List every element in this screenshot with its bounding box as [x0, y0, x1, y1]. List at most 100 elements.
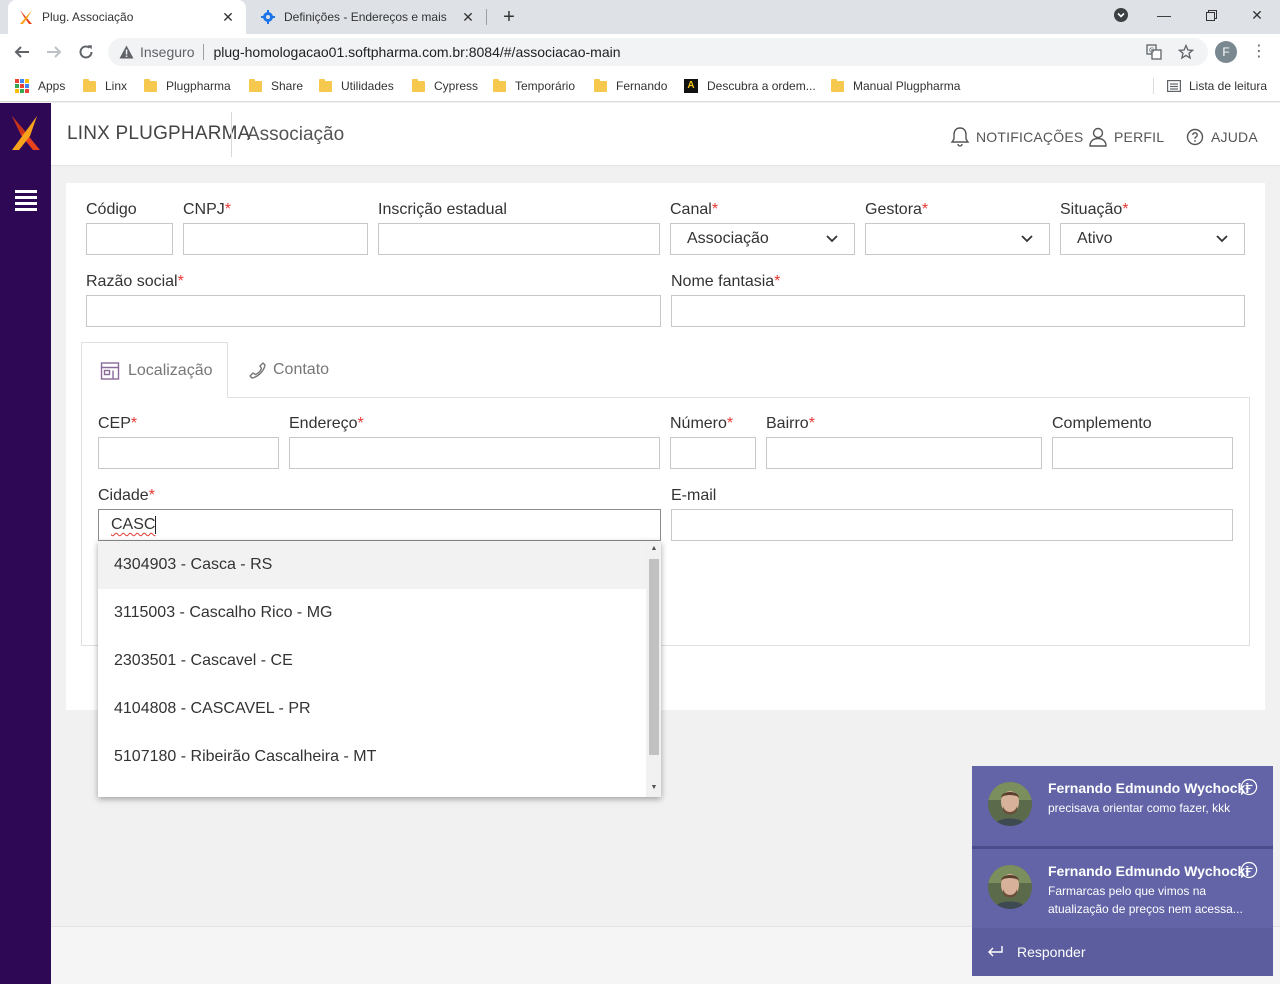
city-option[interactable]: 2303501 - Cascavel - CE	[98, 637, 646, 685]
app-header: LINX PLUGPHARMA Associação NOTIFICAÇÕES …	[51, 103, 1280, 166]
razao-social-input[interactable]	[86, 295, 661, 327]
cnpj-input[interactable]	[183, 223, 368, 255]
close-tab-icon[interactable]: ✕	[460, 9, 476, 25]
complemento-input[interactable]	[1052, 437, 1233, 469]
situacao-select[interactable]: Ativo	[1060, 223, 1245, 255]
scroll-down-icon[interactable]: ▼	[649, 783, 659, 793]
numero-label: Número*	[670, 415, 734, 432]
profile-label: PERFIL	[1114, 129, 1165, 145]
cnpj-label: CNPJ*	[183, 201, 232, 218]
notifications-button[interactable]: NOTIFICAÇÕES	[948, 125, 1083, 149]
tab-title: Definições - Endereços e mais	[284, 10, 447, 24]
reload-icon[interactable]	[74, 40, 98, 64]
tab-title: Plug. Associação	[42, 10, 134, 24]
back-arrow-icon[interactable]	[10, 40, 34, 64]
linx-favicon-icon	[18, 9, 34, 25]
city-option[interactable]: 4304903 - Casca - RS	[98, 541, 646, 589]
inscricao-input[interactable]	[378, 223, 660, 255]
cep-input[interactable]	[98, 437, 279, 469]
reading-list-label: Lista de leitura	[1189, 79, 1268, 93]
tab-localizacao-label: Localização	[128, 361, 213, 379]
bookmark-temporario[interactable]: Temporário	[493, 77, 575, 95]
bookmark-label: Plugpharma	[166, 79, 231, 93]
close-window-icon[interactable]: ✕	[1234, 0, 1280, 30]
nome-fantasia-input[interactable]	[671, 295, 1245, 327]
browser-tabstrip: Plug. Associação ✕ Definições - Endereço…	[0, 0, 1280, 34]
bookmark-descubra[interactable]: A Descubra a ordem...	[684, 77, 816, 95]
cidade-input[interactable]: CASC	[98, 509, 661, 541]
city-autocomplete-list: 4304903 - Casca - RS 3115003 - Cascalho …	[98, 541, 661, 797]
profile-button[interactable]: PERFIL	[1086, 125, 1164, 149]
inscricao-label: Inscrição estadual	[378, 201, 507, 218]
scroll-up-icon[interactable]: ▲	[649, 544, 659, 554]
bairro-input[interactable]	[766, 437, 1042, 469]
bookmark-utilidades[interactable]: Utilidades	[319, 77, 394, 95]
profile-avatar[interactable]: F	[1215, 41, 1237, 63]
folder-icon	[412, 78, 425, 92]
close-tab-icon[interactable]: ✕	[220, 9, 236, 25]
city-option[interactable]: 5107180 - Ribeirão Cascalheira - MT	[98, 733, 646, 781]
help-circle-icon	[1183, 125, 1207, 149]
notification-item[interactable]: Fernando Edmundo Wychocki precisava orie…	[972, 766, 1273, 846]
restore-icon[interactable]	[1188, 0, 1234, 30]
sidebar	[0, 103, 51, 984]
bookmark-linx[interactable]: Linx	[83, 77, 127, 95]
bookmark-cypress[interactable]: Cypress	[412, 77, 478, 95]
new-tab-plus-icon[interactable]: +	[498, 6, 520, 28]
bookmark-plugpharma[interactable]: Plugpharma	[144, 77, 231, 95]
city-option[interactable]: 3115003 - Cascalho Rico - MG	[98, 589, 646, 637]
bookmark-label: Apps	[38, 79, 66, 93]
bookmark-apps[interactable]: Apps	[15, 77, 65, 95]
bookmark-label: Utilidades	[341, 79, 394, 93]
bookmark-fernando[interactable]: Fernando	[594, 77, 667, 95]
text-cursor	[155, 516, 157, 534]
linx-logo-icon[interactable]	[9, 115, 43, 151]
gear-icon	[260, 9, 276, 25]
canal-select[interactable]: Associação	[670, 223, 855, 255]
chat-bubble-icon	[1240, 861, 1258, 879]
reply-arrow-icon	[986, 943, 1004, 961]
tab-contato[interactable]: Contato	[247, 356, 329, 384]
url-text[interactable]: plug-homologacao01.softpharma.com.br:808…	[213, 44, 620, 60]
security-label[interactable]: Inseguro	[140, 44, 194, 60]
reading-list-icon	[1167, 79, 1181, 93]
address-bar[interactable]: Inseguro plug-homologacao01.softpharma.c…	[108, 38, 1208, 66]
minimize-icon[interactable]: —	[1141, 0, 1187, 30]
help-button[interactable]: AJUDA	[1183, 125, 1258, 149]
bookmark-share[interactable]: Share	[249, 77, 303, 95]
forward-arrow-icon[interactable]	[42, 40, 66, 64]
dropdown-scrollbar[interactable]: ▲ ▼	[646, 541, 661, 797]
browser-tab-definicoes[interactable]: Definições - Endereços e mais ✕	[250, 0, 486, 34]
bookmark-label: Linx	[105, 79, 128, 93]
address-separator	[203, 44, 205, 60]
header-separator	[231, 112, 232, 157]
endereco-input[interactable]	[289, 437, 660, 469]
tab-search-chevron-icon[interactable]	[1098, 0, 1144, 30]
browser-tab-associacao[interactable]: Plug. Associação ✕	[8, 0, 246, 34]
reading-list[interactable]: Lista de leitura	[1167, 77, 1267, 95]
bookmark-manual[interactable]: Manual Plugpharma	[831, 77, 960, 95]
email-input[interactable]	[671, 509, 1233, 541]
more-menu-icon[interactable]: ⋮	[1250, 40, 1268, 64]
sender-name: Fernando Edmundo Wychocki	[1048, 863, 1250, 879]
chevron-down-icon	[1216, 233, 1228, 245]
tab-contato-label: Contato	[273, 361, 330, 378]
canal-label: Canal*	[670, 201, 719, 218]
bookmark-label: Fernando	[616, 79, 668, 93]
reply-button[interactable]: Responder	[972, 928, 1273, 976]
bookmark-star-icon[interactable]	[1176, 42, 1196, 62]
help-label: AJUDA	[1211, 129, 1258, 145]
city-option[interactable]: 4104808 - CASCAVEL - PR	[98, 685, 646, 733]
translate-icon[interactable]: G	[1144, 42, 1164, 62]
gestora-select[interactable]	[865, 223, 1050, 255]
apps-grid-icon	[15, 79, 29, 93]
scrollbar-thumb[interactable]	[649, 559, 659, 755]
numero-input[interactable]	[670, 437, 756, 469]
bookmark-label: Cypress	[434, 79, 479, 93]
tab-localizacao[interactable]: Localização	[81, 342, 228, 398]
codigo-input[interactable]	[86, 223, 173, 255]
brand-name: LINX PLUGPHARMA	[67, 123, 251, 144]
hamburger-menu-icon[interactable]	[15, 190, 37, 211]
notification-item[interactable]: Fernando Edmundo Wychocki Farmarcas pelo…	[972, 849, 1273, 929]
reply-label: Responder	[1017, 944, 1086, 960]
